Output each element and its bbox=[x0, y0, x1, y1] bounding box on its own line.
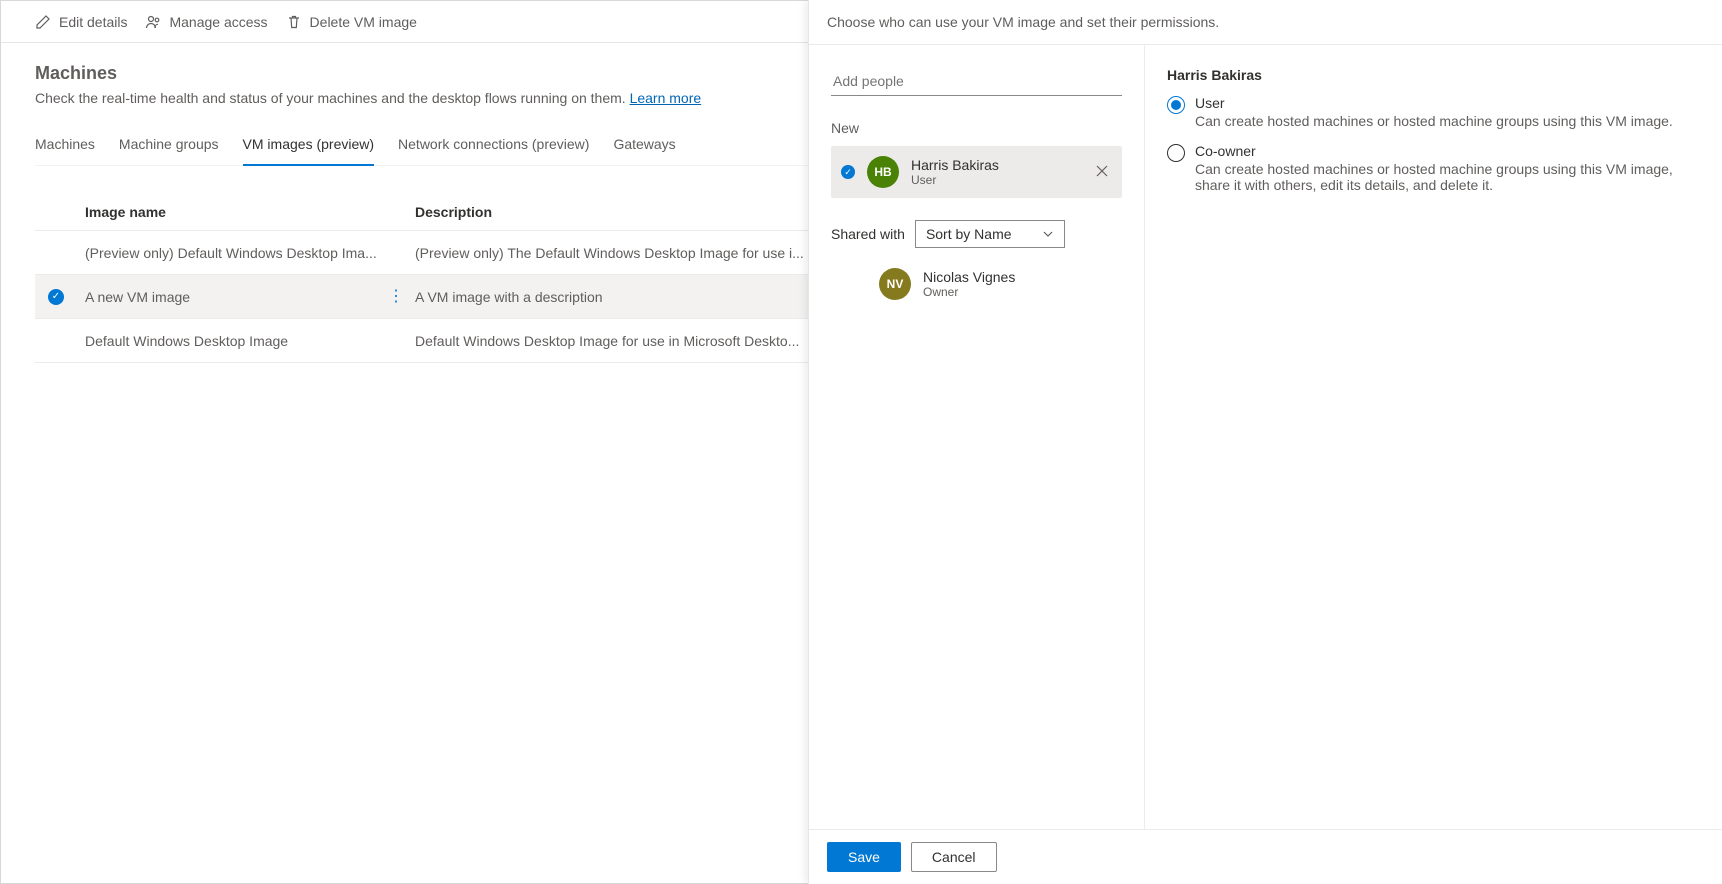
manage-access-panel: Choose who can use your VM image and set… bbox=[808, 0, 1722, 884]
edit-details-button[interactable]: Edit details bbox=[35, 14, 127, 30]
row-more-menu-icon[interactable]: ⋮ bbox=[388, 289, 404, 305]
subtitle-text: Check the real-time health and status of… bbox=[35, 90, 630, 106]
new-section-label: New bbox=[831, 120, 1122, 136]
tab-machine-groups[interactable]: Machine groups bbox=[119, 126, 219, 165]
cancel-button[interactable]: Cancel bbox=[911, 842, 997, 872]
tab-vm-images[interactable]: VM images (preview) bbox=[243, 126, 374, 166]
radio-icon bbox=[1167, 144, 1185, 162]
radio-icon bbox=[1167, 96, 1185, 114]
learn-more-link[interactable]: Learn more bbox=[630, 90, 702, 106]
manage-access-icon bbox=[145, 14, 161, 30]
delete-vm-image-label: Delete VM image bbox=[310, 14, 417, 30]
permission-option-coowner[interactable]: Co-owner Can create hosted machines or h… bbox=[1167, 143, 1700, 193]
edit-details-label: Edit details bbox=[59, 14, 127, 30]
tab-machines[interactable]: Machines bbox=[35, 126, 95, 165]
save-button[interactable]: Save bbox=[827, 842, 901, 872]
person-name: Harris Bakiras bbox=[911, 157, 1080, 173]
selected-person-heading: Harris Bakiras bbox=[1167, 67, 1700, 83]
delete-vm-image-button[interactable]: Delete VM image bbox=[286, 14, 417, 30]
shared-with-label: Shared with bbox=[831, 226, 905, 242]
row-name: (Preview only) Default Windows Desktop I… bbox=[85, 245, 385, 261]
row-name: A new VM image bbox=[85, 289, 385, 305]
avatar: NV bbox=[879, 268, 911, 300]
person-selected-check-icon: ✓ bbox=[841, 165, 855, 179]
sort-by-select[interactable]: Sort by Name bbox=[915, 220, 1065, 248]
permission-label: User bbox=[1195, 95, 1673, 111]
person-name: Nicolas Vignes bbox=[923, 269, 1116, 285]
chevron-down-icon bbox=[1042, 228, 1054, 240]
permission-desc: Can create hosted machines or hosted mac… bbox=[1195, 161, 1700, 193]
add-people-input[interactable] bbox=[831, 67, 1122, 96]
manage-access-button[interactable]: Manage access bbox=[145, 14, 267, 30]
new-person-card[interactable]: ✓ HB Harris Bakiras User bbox=[831, 146, 1122, 198]
delete-icon bbox=[286, 14, 302, 30]
row-name: Default Windows Desktop Image bbox=[85, 333, 385, 349]
col-header-name[interactable]: Image name bbox=[85, 204, 385, 220]
permission-option-user[interactable]: User Can create hosted machines or hoste… bbox=[1167, 95, 1700, 129]
tab-network-connections[interactable]: Network connections (preview) bbox=[398, 126, 589, 165]
person-role: User bbox=[911, 173, 1080, 187]
tab-gateways[interactable]: Gateways bbox=[613, 126, 675, 165]
row-selected-check-icon: ✓ bbox=[48, 289, 64, 305]
edit-icon bbox=[35, 14, 51, 30]
person-role: Owner bbox=[923, 285, 1116, 299]
close-icon bbox=[1096, 165, 1108, 177]
manage-access-label: Manage access bbox=[169, 14, 267, 30]
permission-desc: Can create hosted machines or hosted mac… bbox=[1195, 113, 1673, 129]
remove-person-button[interactable] bbox=[1092, 160, 1112, 184]
permission-radio-group: User Can create hosted machines or hoste… bbox=[1167, 95, 1700, 193]
permission-label: Co-owner bbox=[1195, 143, 1700, 159]
shared-person-item[interactable]: NV Nicolas Vignes Owner bbox=[831, 262, 1122, 306]
panel-header-text: Choose who can use your VM image and set… bbox=[809, 0, 1722, 44]
sort-by-value: Sort by Name bbox=[926, 226, 1012, 242]
avatar: HB bbox=[867, 156, 899, 188]
